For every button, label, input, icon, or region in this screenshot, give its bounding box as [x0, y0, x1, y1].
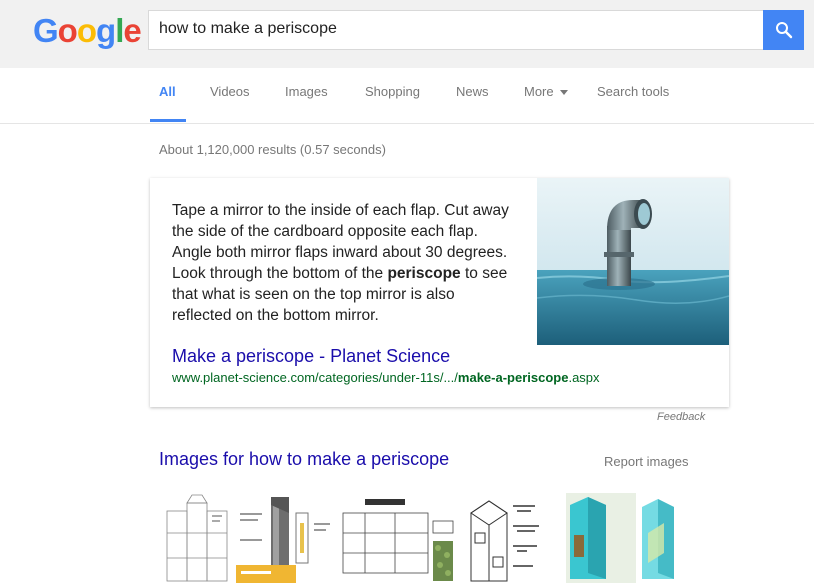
search-box[interactable]: [148, 10, 764, 50]
search-button[interactable]: [763, 10, 804, 50]
featured-snippet-card: Tape a mirror to the inside of each flap…: [150, 178, 729, 407]
snippet-text: Tape a mirror to the inside of each flap…: [172, 200, 517, 326]
logo-letter: g: [96, 12, 116, 49]
tab-more-label: More: [524, 84, 554, 99]
search-icon: [775, 22, 792, 39]
report-images-link[interactable]: Report images: [604, 454, 689, 469]
result-url-prefix: www.planet-science.com/categories/under-…: [172, 370, 458, 385]
tab-images[interactable]: Images: [285, 84, 328, 99]
result-title-link[interactable]: Make a periscope - Planet Science: [172, 346, 450, 367]
logo-letter: G: [33, 12, 59, 49]
result-url: www.planet-science.com/categories/under-…: [172, 370, 600, 385]
tab-news[interactable]: News: [456, 84, 489, 99]
search-input[interactable]: [159, 20, 749, 38]
logo-letter: e: [123, 12, 141, 49]
images-section-heading[interactable]: Images for how to make a periscope: [159, 449, 449, 470]
tab-all[interactable]: All: [159, 84, 176, 99]
feedback-link[interactable]: Feedback: [657, 411, 705, 423]
active-tab-indicator: [150, 119, 186, 122]
logo-letter: o: [76, 12, 97, 49]
result-url-bold: make-a-periscope: [457, 370, 569, 385]
search-tabs: All Videos Images Shopping News More Sea…: [0, 68, 814, 124]
periscope-template-thumbnail[interactable]: [162, 493, 235, 583]
snippet-bold-term: periscope: [387, 265, 461, 282]
tab-shopping[interactable]: Shopping: [365, 84, 420, 99]
logo-letter: l: [115, 12, 124, 49]
tab-more[interactable]: More: [524, 84, 569, 99]
periscope-plan-thumbnail[interactable]: [335, 493, 458, 583]
caret-down-icon: [560, 90, 569, 96]
periscope-milk-carton-thumbnail[interactable]: [461, 493, 565, 583]
periscope-diagram-thumbnail[interactable]: [236, 493, 334, 583]
periscope-3d-model-thumbnail[interactable]: [566, 493, 704, 583]
periscope-photo[interactable]: [537, 178, 729, 345]
tab-videos[interactable]: Videos: [210, 84, 250, 99]
result-url-suffix: .aspx: [568, 370, 600, 385]
result-stats: About 1,120,000 results (0.57 seconds): [159, 142, 386, 157]
tab-search-tools[interactable]: Search tools: [597, 84, 669, 99]
header-bar: Google: [0, 0, 814, 68]
google-logo[interactable]: Google: [33, 12, 142, 50]
logo-letter: o: [57, 12, 78, 49]
